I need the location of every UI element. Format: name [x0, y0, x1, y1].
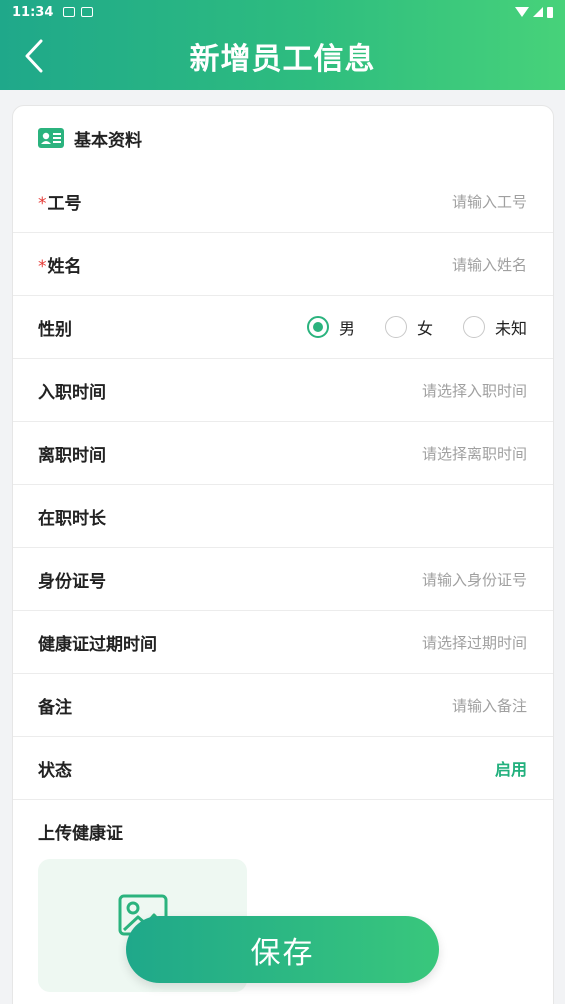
id-number-row[interactable]: 身份证号 请输入身份证号: [13, 548, 553, 611]
id-number-input[interactable]: 请输入身份证号: [422, 569, 527, 590]
leave-date-picker[interactable]: 请选择离职时间: [422, 443, 527, 464]
hire-date-picker[interactable]: 请选择入职时间: [422, 380, 527, 401]
remark-label: 备注: [38, 697, 72, 718]
employee-no-input[interactable]: 请输入工号: [452, 191, 527, 212]
status-row[interactable]: 状态 启用: [13, 737, 553, 800]
radio-unchecked-icon: [462, 316, 485, 338]
status-bar: 11:34: [0, 0, 565, 24]
hire-date-row[interactable]: 入职时间 请选择入职时间: [13, 359, 553, 422]
name-label: *姓名: [38, 256, 82, 277]
section-header: 基本资料: [13, 106, 553, 170]
id-card-icon: [38, 128, 64, 148]
section-title: 基本资料: [74, 130, 142, 151]
leave-date-label: 离职时间: [38, 445, 106, 466]
notification-icon: [63, 7, 76, 17]
gender-radio-group: 男 女 未知: [306, 315, 527, 339]
required-mark: *: [38, 193, 47, 214]
health-cert-expiry-picker[interactable]: 请选择过期时间: [422, 632, 527, 653]
gender-option-unknown[interactable]: 未知: [462, 315, 527, 339]
gender-label: 性别: [38, 319, 72, 340]
remark-row[interactable]: 备注 请输入备注: [13, 674, 553, 737]
signal-icon: [533, 7, 543, 17]
remark-input[interactable]: 请输入备注: [452, 695, 527, 716]
app-header: 11:34 新增员工信息: [0, 0, 565, 90]
employee-no-row[interactable]: *工号 请输入工号: [13, 170, 553, 233]
upload-label: 上传健康证: [38, 823, 123, 844]
status-value[interactable]: 启用: [495, 756, 527, 780]
gender-option-female[interactable]: 女: [384, 315, 433, 339]
upload-label-row: 上传健康证: [13, 800, 553, 862]
health-cert-expiry-row[interactable]: 健康证过期时间 请选择过期时间: [13, 611, 553, 674]
page-title: 新增员工信息: [189, 42, 376, 77]
employee-form-card: 基本资料 *工号 请输入工号 *姓名 请输入姓名 性别 男 女 未知 入职时间 …: [12, 105, 554, 1004]
wifi-icon: [515, 7, 529, 17]
gender-row: 性别 男 女 未知: [13, 296, 553, 359]
id-number-label: 身份证号: [38, 571, 106, 592]
hire-date-label: 入职时间: [38, 382, 106, 403]
name-input[interactable]: 请输入姓名: [452, 254, 527, 275]
health-cert-expiry-label: 健康证过期时间: [38, 634, 157, 655]
name-row[interactable]: *姓名 请输入姓名: [13, 233, 553, 296]
radio-unchecked-icon: [384, 316, 407, 338]
leave-date-row[interactable]: 离职时间 请选择离职时间: [13, 422, 553, 485]
battery-icon: [547, 6, 553, 18]
status-label: 状态: [38, 760, 72, 781]
required-mark: *: [38, 256, 47, 277]
gender-option-male[interactable]: 男: [306, 315, 355, 339]
app-notification-icon: [81, 7, 94, 17]
save-button[interactable]: 保存: [126, 916, 439, 983]
employee-no-label: *工号: [38, 193, 82, 214]
tenure-label: 在职时长: [38, 508, 106, 529]
radio-checked-icon: [306, 316, 329, 338]
status-time: 11:34: [12, 4, 54, 20]
tenure-row: 在职时长: [13, 485, 553, 548]
